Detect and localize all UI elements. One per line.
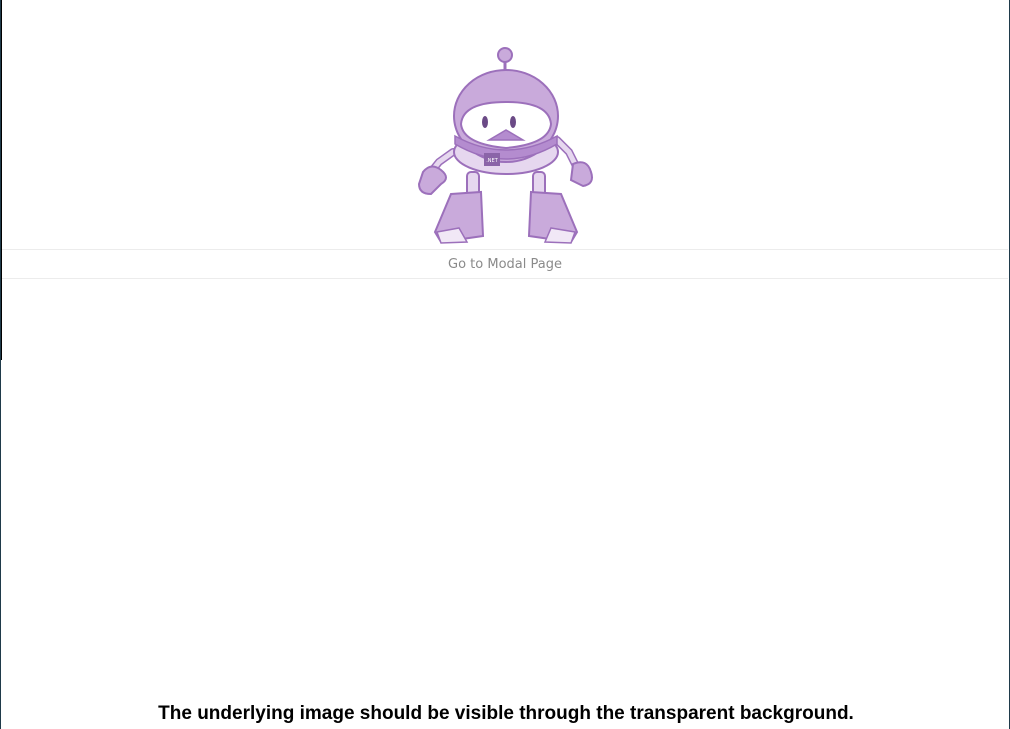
go-to-modal-page-button[interactable]: Go to Modal Page <box>2 249 1008 279</box>
app-window: .NET Go to Modal Page The underlying ima… <box>0 0 1010 729</box>
window-edge <box>1 0 2 360</box>
robot-illustration: .NET <box>417 47 593 244</box>
robot-image: .NET <box>411 44 601 249</box>
transparency-caption: The underlying image should be visible t… <box>158 703 854 724</box>
svg-text:.NET: .NET <box>486 158 498 164</box>
go-to-modal-page-label: Go to Modal Page <box>448 256 562 272</box>
